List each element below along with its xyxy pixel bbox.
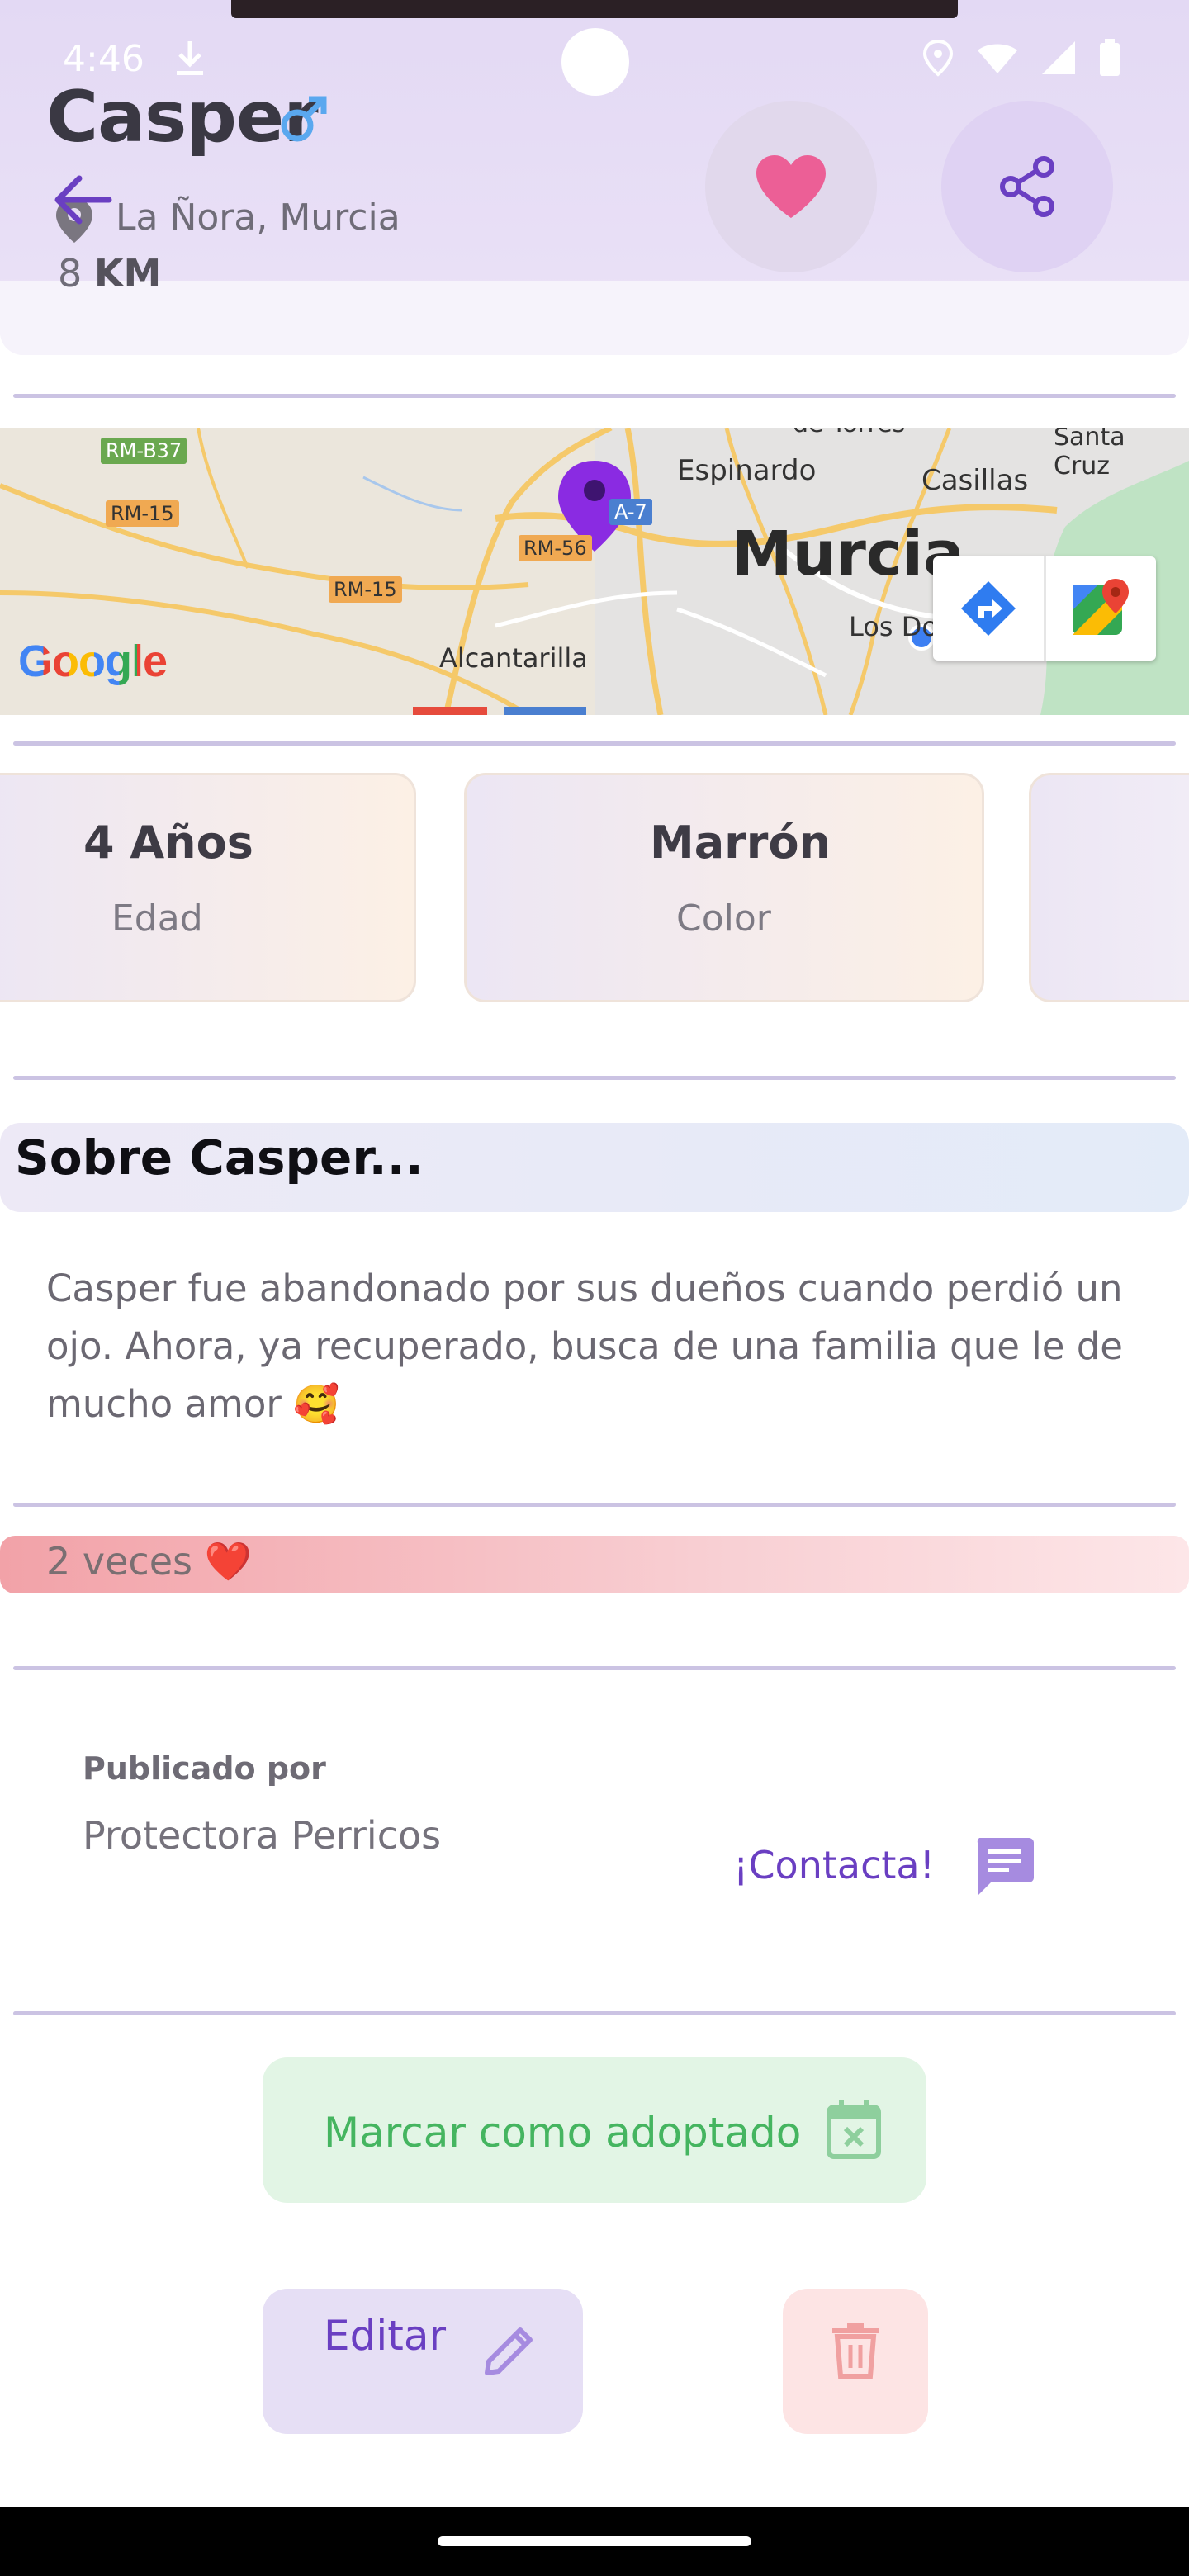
publisher-name: Protectora Perricos	[83, 1813, 442, 1858]
publisher-label: Publicado por	[83, 1750, 326, 1787]
calendar-x-icon	[826, 2099, 882, 2163]
info-card-label: Color	[676, 897, 771, 940]
distance-value: 8	[58, 251, 83, 296]
info-card-age: 4 Años Edad	[0, 773, 416, 1002]
divider	[13, 2011, 1176, 2015]
info-card-value: Marrón	[650, 817, 831, 869]
google-logo: Google	[18, 636, 168, 687]
wifi-icon	[978, 44, 1017, 73]
divider	[13, 1503, 1176, 1507]
heart-icon	[756, 155, 826, 218]
header-lower-band	[0, 281, 1189, 355]
about-description: Casper fue abandonado por sus dueños cua…	[46, 1267, 1123, 1426]
trash-icon	[829, 2322, 882, 2383]
edit-label: Editar	[324, 2312, 447, 2360]
likes-count: 2 veces ❤️	[46, 1539, 252, 1584]
share-button[interactable]	[941, 101, 1113, 272]
pencil-icon	[481, 2322, 538, 2383]
map-label-murcia: Murcia	[732, 519, 964, 590]
male-gender-icon	[277, 92, 330, 149]
pet-distance: 8 KM	[58, 251, 161, 296]
signal-icon	[1042, 41, 1075, 74]
google-maps-icon	[1073, 579, 1130, 635]
info-card-value: 4 Años	[83, 817, 253, 869]
info-card-label: Edad	[111, 897, 203, 940]
map-label-alcantarilla: Alcantarilla	[439, 642, 588, 674]
camera-cutout	[561, 28, 629, 96]
open-google-maps-button[interactable]	[1046, 556, 1157, 661]
share-icon	[1000, 156, 1054, 217]
google-logo-text: Google	[18, 637, 168, 686]
favorite-button[interactable]	[705, 101, 877, 272]
status-icons	[921, 38, 1121, 78]
map-toolbar	[933, 556, 1156, 661]
road-label-rm-15-b: RM-15	[329, 576, 402, 603]
download-icon	[173, 38, 206, 81]
back-arrow-icon[interactable]	[51, 172, 114, 231]
header-photo-strip	[231, 0, 958, 18]
contact-link[interactable]: ¡Contacta!	[733, 1843, 935, 1887]
home-gesture-pill[interactable]	[438, 2536, 751, 2546]
road-label-rm-15: RM-15	[106, 500, 179, 527]
distance-unit: KM	[93, 251, 162, 296]
road-label-rm-b37: RM-B37	[101, 438, 187, 464]
location-status-icon	[922, 39, 954, 77]
map-label-casillas: Casillas	[921, 464, 1029, 497]
divider	[13, 394, 1176, 398]
divider	[13, 1666, 1176, 1670]
road-label-rm-56: RM-56	[519, 535, 592, 561]
map-label-santa-cruz: Santa Cruz	[1054, 428, 1125, 481]
battery-icon	[1100, 39, 1120, 76]
directions-icon	[960, 581, 1016, 636]
divider	[13, 1076, 1176, 1080]
road-label-a7: A-7	[609, 499, 652, 525]
about-title: Sobre Casper...	[15, 1129, 424, 1186]
status-time: 4:46	[63, 38, 144, 80]
pet-location: La Ñora, Murcia	[116, 197, 400, 239]
info-card-color: Marrón Color	[464, 773, 984, 1002]
info-card-more	[1029, 773, 1189, 1002]
mark-adopted-label: Marcar como adoptado	[324, 2109, 802, 2157]
chat-icon[interactable]	[973, 1835, 1035, 1901]
map-label-espinardo: Espinardo	[677, 454, 817, 487]
map-label-torres: de Torres	[793, 428, 905, 438]
directions-button[interactable]	[933, 556, 1046, 661]
divider	[13, 741, 1176, 746]
